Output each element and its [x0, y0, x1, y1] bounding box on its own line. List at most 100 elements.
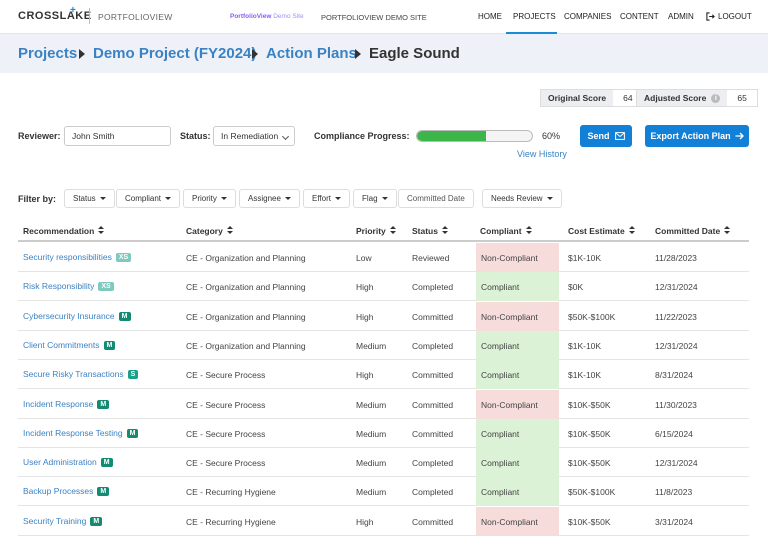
column-header-compliant[interactable]: Compliant	[480, 226, 532, 236]
status-cell: Committed	[412, 311, 454, 322]
column-header-category[interactable]: Category	[186, 226, 233, 236]
recommendation-cell: Client Commitments M	[23, 340, 116, 351]
table-row: Compliant Client Commitments M CE - Organiz…	[18, 330, 749, 360]
recommendation-cell: Incident Response Testing M	[23, 428, 139, 439]
category-cell: CE - Recurring Hygiene	[186, 487, 276, 498]
cost-estimate-cell: $10K-$50K	[568, 458, 611, 469]
category-cell: CE - Secure Process	[186, 399, 266, 410]
filter-needs-review-label: Needs Review	[491, 194, 543, 203]
original-score: Original Score 64	[540, 89, 644, 107]
priority-cell: Medium	[356, 458, 387, 469]
recommendation-link[interactable]: User Administration	[23, 457, 97, 467]
column-header-priority[interactable]: Priority	[356, 226, 396, 236]
recommendation-cell: Incident Response M	[23, 399, 110, 410]
column-header-label: Compliant	[480, 226, 522, 236]
recommendation-cell: Security responsibilities XS	[23, 252, 132, 263]
logout-icon	[706, 12, 715, 21]
filter-needs-review[interactable]: Needs Review	[482, 189, 562, 208]
adjusted-score-value: 65	[737, 93, 747, 103]
recommendation-link[interactable]: Secure Risky Transactions	[23, 369, 124, 379]
nav-item-companies[interactable]: COMPANIES	[564, 12, 611, 21]
filter-status[interactable]: Status	[64, 189, 115, 208]
compliant-cell: Non-Compliant	[476, 506, 559, 536]
status-select[interactable]: In Remediation	[213, 126, 295, 146]
cost-estimate-cell: $0K	[568, 282, 584, 293]
filter-compliant[interactable]: Compliant	[116, 189, 181, 208]
cost-estimate-cell: $10K-$50K	[568, 399, 611, 410]
nav-item-admin[interactable]: ADMIN	[668, 12, 694, 21]
breadcrumb-arrow-icon	[355, 49, 361, 59]
nav-item-projects[interactable]: PROJECTS	[513, 12, 556, 21]
category-cell: CE - Secure Process	[186, 370, 266, 381]
compliance-progress-percent: 60%	[542, 131, 561, 141]
status-cell: Completed	[412, 487, 454, 498]
recommendation-link[interactable]: Security responsibilities	[23, 252, 112, 262]
recommendation-link[interactable]: Cybersecurity Insurance	[23, 311, 115, 321]
column-header-cost-estimate[interactable]: Cost Estimate	[568, 226, 635, 236]
recommendation-cell: Cybersecurity Insurance M	[23, 311, 131, 322]
breadcrumb-project[interactable]: Demo Project (FY2024)	[93, 45, 256, 62]
status-cell: Committed	[412, 428, 454, 439]
priority-cell: High	[356, 370, 374, 381]
cost-estimate-cell: $10K-$50K	[568, 516, 611, 527]
filter-flag[interactable]: Flag	[353, 189, 397, 208]
column-header-status[interactable]: Status	[412, 226, 448, 236]
filter-committed-date-label: Committed Date	[407, 194, 465, 203]
view-history-link[interactable]: View History	[517, 149, 567, 159]
reviewer-input[interactable]: John Smith	[64, 126, 171, 146]
filter-flag-label: Flag	[362, 194, 378, 203]
info-icon[interactable]: i	[711, 93, 721, 103]
filter-assignee[interactable]: Assignee	[239, 189, 300, 208]
cost-estimate-cell: $50K-$100K	[568, 487, 616, 498]
column-header-recommendation[interactable]: Recommendation	[23, 226, 105, 236]
priority-cell: High	[356, 516, 374, 527]
committed-date-cell: 11/30/2023	[655, 399, 697, 410]
recommendation-link[interactable]: Client Commitments	[23, 340, 100, 350]
recommendation-link[interactable]: Risk Responsibility	[23, 281, 94, 291]
compliant-cell: Compliant	[476, 477, 559, 507]
brand-logo[interactable]: CROSSLAKE	[18, 10, 92, 22]
recommendation-link[interactable]: Incident Response Testing	[23, 428, 123, 438]
filter-assignee-label: Assignee	[248, 194, 281, 203]
table-row: Compliant Secure Risky Transactions S CE - …	[18, 360, 749, 390]
filter-status-label: Status	[73, 194, 96, 203]
table-row: Non-Compliant Cybersecurity Insurance M CE …	[18, 301, 749, 331]
recommendation-link[interactable]: Incident Response	[23, 399, 93, 409]
sort-icon	[724, 226, 731, 235]
priority-cell: Medium	[356, 399, 387, 410]
logout-label: LOGOUT	[718, 12, 752, 21]
breadcrumb: Projects Demo Project (FY2024) Action Pl…	[0, 34, 768, 73]
breadcrumb-arrow-icon	[79, 49, 85, 59]
recommendation-link[interactable]: Backup Processes	[23, 486, 93, 496]
send-button[interactable]: Send	[580, 125, 632, 147]
recommendation-link[interactable]: Security Training	[23, 516, 86, 526]
nav-item-logout[interactable]: LOGOUT	[706, 12, 752, 21]
table-row: Compliant User Administration M CE - Secure…	[18, 448, 749, 478]
breadcrumb-projects[interactable]: Projects	[18, 45, 77, 62]
compliance-progress-label: Compliance Progress:	[314, 131, 410, 141]
filter-priority[interactable]: Priority	[183, 189, 236, 208]
nav-item-home[interactable]: HOME	[478, 12, 502, 21]
caret-down-icon	[381, 197, 388, 200]
status-cell: Completed	[412, 282, 454, 293]
page-title: Eagle Sound	[369, 45, 460, 62]
breadcrumb-action-plans[interactable]: Action Plans	[266, 45, 357, 62]
caret-down-icon	[334, 197, 341, 200]
effort-badge: M	[97, 487, 110, 497]
filter-committed-date[interactable]: Committed Date	[398, 189, 474, 208]
priority-cell: Medium	[356, 340, 387, 351]
effort-badge: XS	[115, 253, 132, 262]
nav-item-content[interactable]: CONTENT	[620, 12, 659, 21]
original-score-label: Original Score	[541, 90, 614, 106]
column-header-committed-date[interactable]: Committed Date	[655, 226, 731, 236]
priority-cell: Medium	[356, 428, 387, 439]
column-header-label: Category	[186, 226, 223, 236]
chevron-down-icon	[281, 132, 290, 141]
column-header-label: Status	[412, 226, 438, 236]
filter-effort[interactable]: Effort	[303, 189, 350, 208]
sort-icon	[226, 226, 233, 235]
compliance-progress-fill	[417, 131, 486, 141]
export-action-plan-button[interactable]: Export Action Plan	[645, 125, 749, 147]
cost-estimate-cell: $10K-$50K	[568, 428, 611, 439]
committed-date-cell: 12/31/2024	[655, 458, 698, 469]
